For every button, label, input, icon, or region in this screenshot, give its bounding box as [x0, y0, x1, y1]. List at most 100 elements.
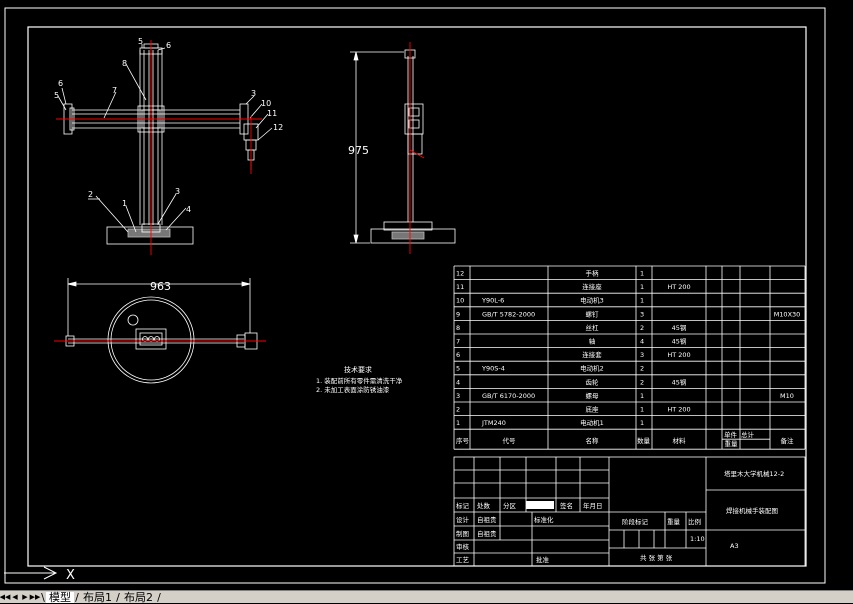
- tab-layout1[interactable]: 布局1: [80, 592, 115, 603]
- tb-count: 处数: [477, 501, 491, 510]
- bom-header-unit-weight: 单件: [724, 430, 738, 439]
- bom-cell-no: 2: [456, 406, 460, 414]
- bom-cell-qty: 1: [640, 297, 644, 305]
- title-block-filled-cell: [526, 501, 554, 509]
- first-tab-icon[interactable]: ◀◀: [0, 592, 10, 603]
- bom-cell-code: Y90S-4: [481, 365, 505, 373]
- bom-header-code: 代号: [503, 436, 517, 445]
- bom-cell-code: GB/T 5782-2000: [482, 310, 535, 318]
- tb-paper: A3: [730, 542, 739, 550]
- top-view-small-hole: [127, 314, 139, 326]
- bom-cell-qty: 2: [640, 378, 644, 386]
- balloon-label: 10: [261, 99, 271, 108]
- bom-header-total-weight: 总计: [741, 430, 755, 439]
- bom-cell-name: 电动机1: [580, 418, 604, 427]
- tb-drawing-name: 焊接机械手装配图: [726, 506, 778, 515]
- bom-cell-qty: 1: [640, 283, 644, 291]
- tb-ratio: 比例: [688, 517, 701, 526]
- bom-cell-name: 底座: [586, 405, 600, 414]
- tb-draw-who: 自祖贵: [477, 529, 497, 538]
- bom-cell-code: Y90L-6: [481, 297, 504, 305]
- layout-tab-bar: ◀◀ ◀ ▶ ▶▶ \ 模型 / 布局1 / 布局2 /: [0, 590, 853, 604]
- bom-cell-material: HT 200: [667, 351, 690, 359]
- balloon-label: 11: [267, 109, 277, 118]
- bom-cell-qty: 1: [640, 270, 644, 278]
- bom-cell-name: 电动机3: [580, 296, 604, 305]
- bom-table: 12 手柄 111 连接座 1 HT 20010 Y90L-6 电动机3 19 GB/T 5782…: [453, 265, 806, 450]
- tb-school: 塔里木大学机械12-2: [724, 469, 784, 478]
- bom-cell-name: 手柄: [586, 269, 600, 278]
- bom-cell-name: 电动机2: [580, 364, 604, 373]
- balloon-label: 5: [54, 91, 59, 100]
- bom-header-name: 名称: [586, 436, 600, 445]
- bom-cell-material: 45钢: [672, 378, 687, 386]
- bom-cell-no: 5: [456, 365, 460, 373]
- bom-cell-no: 8: [456, 324, 460, 332]
- bom-cell-no: 4: [456, 378, 460, 386]
- bom-cell-code: GB/T 6170-2000: [482, 392, 535, 400]
- tb-scale: 1:10: [690, 535, 705, 543]
- balloon-label: 6: [166, 41, 171, 50]
- bom-cell-note: M10X30: [774, 310, 801, 318]
- balloon-label: 3: [251, 89, 256, 98]
- bom-cell-no: 3: [456, 392, 460, 400]
- bom-cell-name: 螺钉: [586, 309, 600, 318]
- cad-drawing-canvas[interactable]: 5 6 8 7 6 5 3 10 11 12 2 1 3 4 975 963 技…: [0, 0, 853, 590]
- balloon-label: 6: [58, 79, 63, 88]
- bom-cell-no: 10: [456, 297, 464, 305]
- bom-header-no: 序号: [456, 436, 470, 445]
- balloon-label: 5: [138, 37, 143, 46]
- bom-cell-no: 7: [456, 338, 460, 346]
- top-view: [65, 278, 258, 384]
- balloon-label: 2: [88, 190, 93, 199]
- tb-standard: 标准化: [534, 515, 554, 524]
- bom-cell-name: 连接座: [582, 282, 602, 291]
- bom-cell-qty: 4: [640, 338, 644, 346]
- bom-cell-code: JTM240: [481, 419, 506, 427]
- tb-design: 设计: [456, 515, 470, 524]
- bom-cell-material: HT 200: [667, 406, 690, 414]
- balloon-label: 1: [122, 199, 127, 208]
- balloon-label: 12: [273, 123, 283, 132]
- tb-date: 年月日: [583, 501, 603, 510]
- bom-cell-no: 6: [456, 351, 460, 359]
- tb-sheets: 共 张 第 张: [640, 553, 673, 562]
- balloon-label: 8: [122, 59, 127, 68]
- ucs-icon: [4, 566, 58, 580]
- bom-cell-material: 45钢: [672, 324, 687, 332]
- bom-header-material: 材料: [673, 436, 687, 445]
- tb-stage: 阶段标记: [622, 517, 649, 526]
- balloon-label: 3: [175, 187, 180, 196]
- bom-cell-qty: 3: [640, 351, 644, 359]
- dimension-width-label: 963: [150, 280, 171, 293]
- ucs-x-label: X: [66, 568, 75, 583]
- tech-notes-line: 2. 未加工表面涂防锈油漆: [316, 385, 390, 394]
- tb-mark: 标记: [456, 501, 470, 510]
- tb-craft: 工艺: [456, 556, 470, 564]
- balloon-label: 7: [112, 86, 117, 95]
- bom-cell-qty: 1: [640, 406, 644, 414]
- tab-model[interactable]: 模型: [46, 591, 74, 603]
- bom-cell-no: 11: [456, 283, 464, 291]
- tb-draw: 制图: [456, 529, 469, 538]
- dimension-height-label: 975: [348, 144, 369, 157]
- bom-cell-material: 45钢: [672, 338, 687, 346]
- bom-cell-no: 9: [456, 310, 460, 318]
- bom-header-note: 备注: [781, 436, 795, 445]
- tab-layout2[interactable]: 布局2: [121, 592, 156, 603]
- tech-notes-title: 技术要求: [344, 365, 372, 374]
- bom-cell-name: 连接套: [582, 350, 602, 359]
- tb-weight: 重量: [667, 518, 681, 526]
- bom-cell-no: 1: [456, 419, 460, 427]
- tb-zone: 分区: [503, 501, 517, 510]
- next-tab-icon[interactable]: ▶: [20, 592, 30, 603]
- prev-tab-icon[interactable]: ◀: [10, 592, 20, 603]
- tech-notes-line: 1. 装配前所有零件需清洗干净: [316, 376, 403, 385]
- bom-cell-name: 齿轮: [586, 377, 600, 386]
- bom-cell-qty: 2: [640, 324, 644, 332]
- last-tab-icon[interactable]: ▶▶: [30, 592, 41, 603]
- tb-design-who: 自祖贵: [477, 515, 497, 524]
- bom-cell-name: 螺母: [586, 391, 600, 400]
- bom-header-weight: 重量: [725, 440, 739, 448]
- tb-approve: 批准: [536, 555, 550, 564]
